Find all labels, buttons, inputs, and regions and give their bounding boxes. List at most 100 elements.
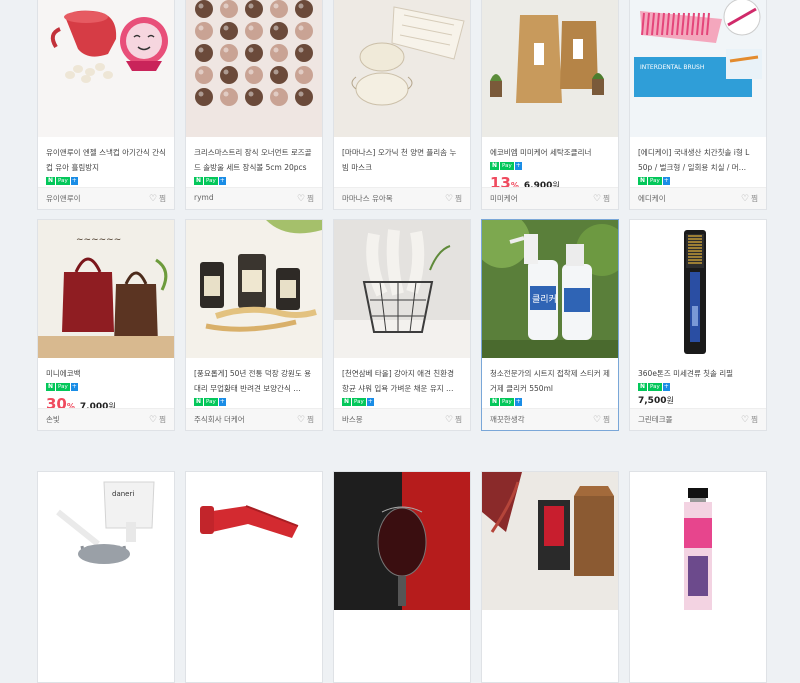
product-name[interactable]: 에코비엠 미미케어 세탁조클리너 [490,145,610,175]
seller-name[interactable]: 마마나스 유아복 [342,193,393,204]
like-button[interactable]: ♡ 찜 [149,414,166,425]
npay-badge: N Pay + [638,177,670,185]
npay-n-icon: N [490,398,499,406]
npay-pay-label: Pay [56,177,70,185]
npay-pay-label: Pay [56,383,70,391]
npay-n-icon: N [46,177,55,185]
like-label: 찜 [455,194,462,203]
product-image[interactable] [186,0,322,137]
like-label: 찜 [307,194,314,203]
product-card[interactable]: 에코비엠 미미케어 세탁조클리너 N Pay +13% 6,900 원 미미케어 ♡ 찜 [481,0,619,210]
npay-pay-label: Pay [352,398,366,406]
seller-name[interactable]: 손빛 [46,414,60,425]
product-card[interactable] [185,471,323,683]
product-image[interactable]: ~~~~~~ [38,220,174,358]
npay-plus-icon: + [70,177,78,185]
npay-plus-icon: + [70,383,78,391]
product-card[interactable]: [마마나스] 오가닉 천 양면 플리솜 누빔 마스크6,900원마마나스 유아복… [333,0,471,210]
product-name[interactable]: 유이앤루이 엔젤 스낵컵 아기간식 간식컵 유아 흘림방지 [46,145,166,175]
product-card[interactable]: INTERDENTAL BRUSH [에디케이] 국내생산 치간칫솔 i형 L 5… [629,0,767,210]
npay-plus-icon: + [218,177,226,185]
like-button[interactable]: ♡ 찜 [297,193,314,204]
like-button[interactable]: ♡ 찜 [149,193,166,204]
product-card[interactable]: 유이앤루이 엔젤 스낵컵 아기간식 간식컵 유아 흘림방지NPay+29%6,8… [37,0,175,210]
like-button[interactable]: ♡ 찜 [445,193,462,204]
product-name[interactable]: [마마나스] 오가닉 천 양면 플리솜 누빔 마스크 [342,145,462,175]
npay-n-icon: N [638,383,647,391]
product-image[interactable] [38,0,174,137]
npay-pay-label: Pay [500,162,514,170]
like-label: 찜 [603,415,610,424]
product-card[interactable]: 클리커청소전문가의 시트지 접착제 스티커 제거제 클리커 550ml N Pay +… [481,219,619,431]
npay-n-icon: N [46,383,55,391]
product-name[interactable]: 360e톤즈 미세견류 칫솔 리필 [638,366,758,396]
product-image[interactable] [186,472,322,610]
product-name[interactable]: [에디케이] 국내생산 치간칫솔 i형 L 50p / 벌크형 / 일회용 치실… [638,145,758,175]
card-footer: 에디케이 ♡ 찜 [630,187,766,209]
product-image[interactable] [186,220,322,358]
npay-badge: N Pay + [342,398,374,406]
card-footer: 바스몽 ♡ 찜 [334,408,470,430]
npay-n-icon: N [194,398,203,406]
seller-name[interactable]: 에디케이 [638,193,666,204]
like-label: 찜 [307,415,314,424]
product-name[interactable]: [천연삼베 타올] 강아지 애견 친환경 항균 샤워 입욕 가벼운 채운 유지 … [342,366,462,396]
product-name[interactable]: 청소전문가의 시트지 접착제 스티커 제거제 클리커 550ml [490,366,610,396]
like-label: 찜 [159,415,166,424]
svg-text:~~~~~~: ~~~~~~ [76,235,121,245]
product-image[interactable] [630,220,766,358]
seller-name[interactable]: 깨끗한생각 [490,414,525,425]
product-name[interactable]: 미니에코백 [46,366,166,396]
npay-n-icon: N [342,398,351,406]
heart-icon: ♡ [149,414,158,425]
like-label: 찜 [603,194,610,203]
seller-name[interactable]: 미미케어 [490,193,518,204]
card-footer: 깨끗한생각 ♡ 찜 [482,408,618,430]
product-card[interactable] [333,471,471,683]
npay-plus-icon: + [218,398,226,406]
card-footer: rymd ♡ 찜 [186,187,322,209]
like-button[interactable]: ♡ 찜 [741,414,758,425]
card-footer: 그린테크몰 ♡ 찜 [630,408,766,430]
seller-name[interactable]: 유이앤루이 [46,193,81,204]
product-card[interactable]: 크리스마스트리 장식 오너먼트 로즈골드 솔방울 세트 장식볼 5cm 20pc… [185,0,323,210]
product-image[interactable]: daneri [38,472,174,610]
product-name[interactable]: 크리스마스트리 장식 오너먼트 로즈골드 솔방울 세트 장식볼 5cm 20pc… [194,145,314,175]
heart-icon: ♡ [593,414,602,425]
like-label: 찜 [159,194,166,203]
product-card[interactable]: [풍요롭게] 50년 전통 덕장 강원도 용대리 무업황태 반려견 보양간식 …… [185,219,323,431]
heart-icon: ♡ [445,193,454,204]
seller-name[interactable]: 그린테크몰 [638,414,673,425]
product-image[interactable] [630,472,766,610]
product-image[interactable] [482,472,618,610]
product-image[interactable] [482,0,618,137]
heart-icon: ♡ [297,193,306,204]
product-image[interactable] [334,472,470,610]
product-name[interactable]: [풍요롭게] 50년 전통 덕장 강원도 용대리 무업황태 반려견 보양간식 … [194,366,314,396]
like-button[interactable]: ♡ 찜 [445,414,462,425]
product-image[interactable]: INTERDENTAL BRUSH [630,0,766,137]
svg-text:daneri: daneri [112,490,134,498]
like-button[interactable]: ♡ 찜 [593,193,610,204]
like-button[interactable]: ♡ 찜 [297,414,314,425]
like-label: 찜 [751,194,758,203]
npay-badge: N Pay + [194,177,226,185]
product-card[interactable]: 360e톤즈 미세견류 칫솔 리필 N Pay +7,500 원 그린테크몰 ♡ 찜 [629,219,767,431]
seller-name[interactable]: 바스몽 [342,414,363,425]
product-image[interactable] [334,0,470,137]
like-button[interactable]: ♡ 찜 [593,414,610,425]
npay-plus-icon: + [514,398,522,406]
seller-name[interactable]: 주식회사 더케어 [194,414,245,425]
product-card[interactable] [629,471,767,683]
seller-name[interactable]: rymd [194,193,214,202]
product-card[interactable]: [천연삼베 타올] 강아지 애견 친환경 항균 샤워 입욕 가벼운 채운 유지 … [333,219,471,431]
npay-badge: N Pay + [638,383,670,391]
product-card[interactable]: ~~~~~~ 미니에코백 N Pay +30% 7,000 원 손빛 ♡ 찜 [37,219,175,431]
product-image[interactable] [334,220,470,358]
card-footer: 손빛 ♡ 찜 [38,408,174,430]
like-button[interactable]: ♡ 찜 [741,193,758,204]
product-image[interactable]: 클리커 [482,220,618,358]
product-card[interactable]: daneri [37,471,175,683]
npay-badge: N Pay + [490,398,522,406]
product-card[interactable] [481,471,619,683]
